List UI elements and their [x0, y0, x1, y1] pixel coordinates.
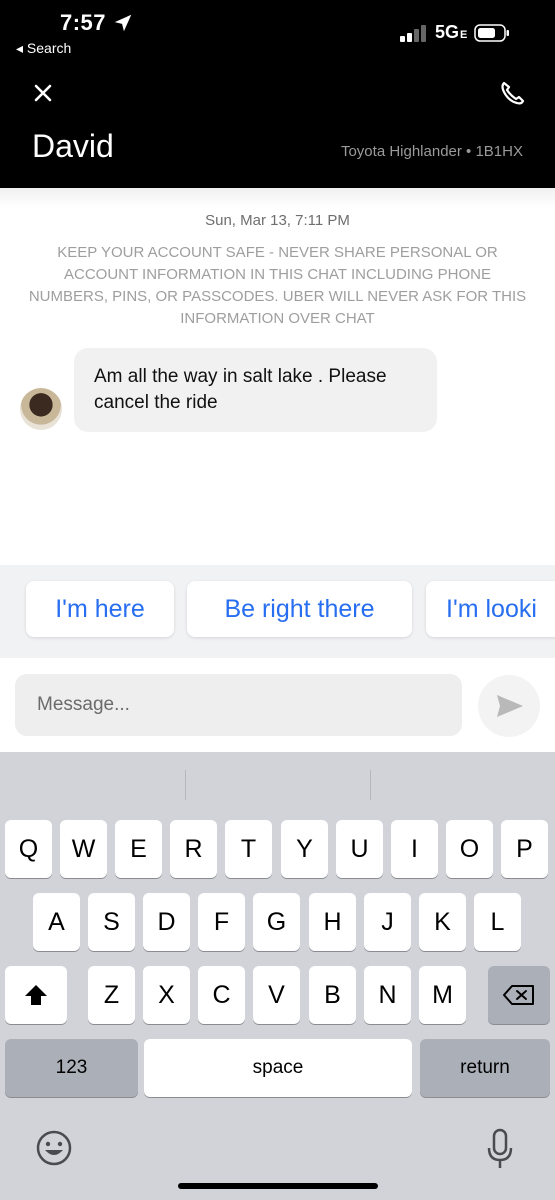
backspace-icon — [503, 985, 534, 1005]
send-button[interactable] — [478, 675, 540, 737]
key-z[interactable]: Z — [88, 966, 135, 1024]
return-key[interactable]: return — [420, 1039, 550, 1097]
incoming-message-bubble: Am all the way in salt lake . Please can… — [74, 348, 437, 432]
app-header: 7:57 ◂ Search 5GE David Toyota Highlande… — [0, 0, 555, 188]
prediction-divider — [370, 770, 371, 800]
key-m[interactable]: M — [419, 966, 466, 1024]
driver-name: David — [32, 128, 114, 164]
compose-bar — [0, 658, 555, 752]
on-screen-keyboard: Q W E R T Y U I O P A S D F G H J K L Z … — [0, 752, 555, 1200]
delete-key[interactable] — [488, 966, 550, 1024]
key-n[interactable]: N — [364, 966, 411, 1024]
message-timestamp: Sun, Mar 13, 7:11 PM — [205, 212, 350, 229]
close-icon[interactable] — [28, 78, 58, 108]
battery-icon — [474, 24, 509, 42]
status-time: 7:57 — [60, 10, 107, 35]
key-g[interactable]: G — [253, 893, 300, 951]
space-key[interactable]: space — [144, 1039, 412, 1097]
send-icon — [497, 695, 523, 717]
home-indicator — [178, 1183, 378, 1189]
quick-replies-bar[interactable]: I'm here Be right there I'm looki — [0, 565, 555, 658]
key-l[interactable]: L — [474, 893, 521, 951]
key-p[interactable]: P — [501, 820, 548, 878]
key-r[interactable]: R — [170, 820, 217, 878]
key-k[interactable]: K — [419, 893, 466, 951]
key-f[interactable]: F — [198, 893, 245, 951]
key-c[interactable]: C — [198, 966, 245, 1024]
emoji-icon[interactable] — [34, 1128, 74, 1168]
key-i[interactable]: I — [391, 820, 438, 878]
chat-thread[interactable]: Sun, Mar 13, 7:11 PM KEEP YOUR ACCOUNT S… — [0, 188, 555, 565]
key-x[interactable]: X — [143, 966, 190, 1024]
vehicle-info: Toyota Highlander • 1B1HX — [340, 143, 523, 160]
quick-reply-im-here[interactable]: I'm here — [26, 581, 174, 637]
key-w[interactable]: W — [60, 820, 107, 878]
key-o[interactable]: O — [446, 820, 493, 878]
key-b[interactable]: B — [309, 966, 356, 1024]
microphone-icon[interactable] — [484, 1128, 516, 1170]
numbers-key[interactable]: 123 — [5, 1039, 138, 1097]
phone-icon[interactable] — [497, 78, 527, 108]
shift-key[interactable] — [5, 966, 67, 1024]
safety-notice: KEEP YOUR ACCOUNT SAFE - NEVER SHARE PER… — [28, 244, 527, 327]
back-to-search-link[interactable]: ◂ Search — [16, 40, 71, 57]
key-a[interactable]: A — [33, 893, 80, 951]
quick-reply-im-looking[interactable]: I'm looki — [426, 581, 555, 637]
key-s[interactable]: S — [88, 893, 135, 951]
prediction-divider — [185, 770, 186, 800]
key-u[interactable]: U — [336, 820, 383, 878]
key-h[interactable]: H — [309, 893, 356, 951]
key-t[interactable]: T — [225, 820, 272, 878]
shift-icon — [25, 985, 47, 1005]
location-arrow-icon — [114, 14, 132, 32]
key-y[interactable]: Y — [281, 820, 328, 878]
key-d[interactable]: D — [143, 893, 190, 951]
key-q[interactable]: Q — [5, 820, 52, 878]
key-v[interactable]: V — [253, 966, 300, 1024]
cellular-signal-icon — [400, 25, 426, 42]
key-e[interactable]: E — [115, 820, 162, 878]
message-input[interactable] — [15, 674, 462, 736]
driver-avatar — [20, 388, 62, 430]
chat-top-fade — [0, 188, 555, 208]
key-j[interactable]: J — [364, 893, 411, 951]
network-indicator: 5GE — [435, 22, 468, 42]
quick-reply-be-right-there[interactable]: Be right there — [187, 581, 412, 637]
